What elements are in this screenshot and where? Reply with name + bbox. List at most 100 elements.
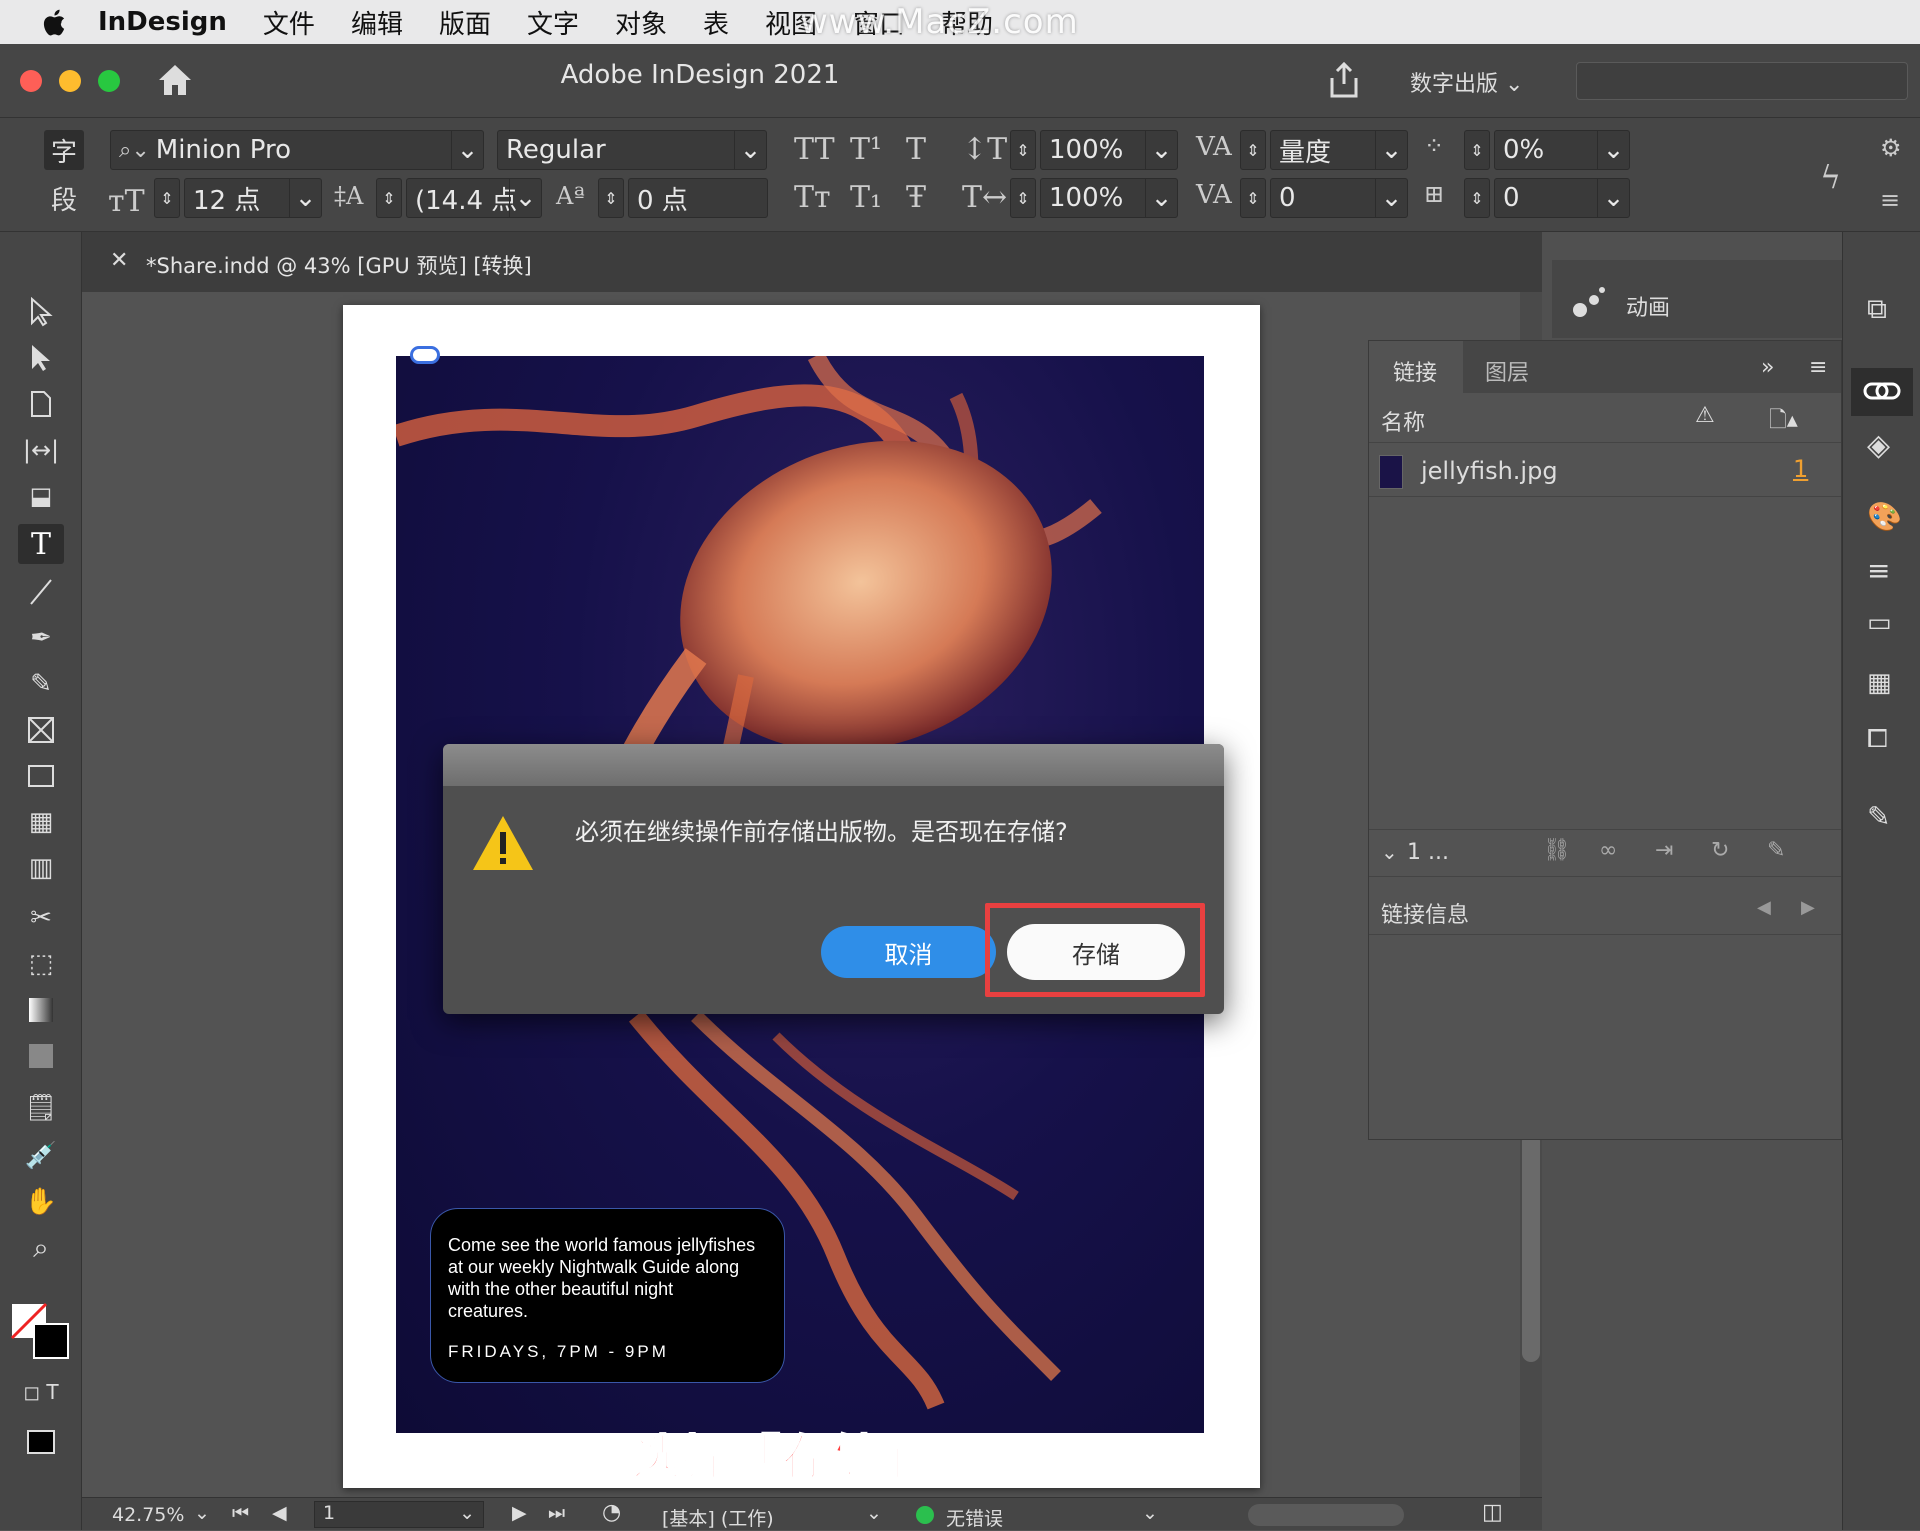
- panel-menu-icon[interactable]: ≡: [1809, 355, 1827, 380]
- swatches-panel-icon[interactable]: 🎨: [1867, 500, 1902, 533]
- link-info-section[interactable]: 链接信息 ◀ ▶: [1369, 885, 1841, 935]
- page-tool-icon[interactable]: [18, 384, 64, 424]
- chevron-down-icon[interactable]: ⌄: [866, 1502, 882, 1524]
- type-tool-icon[interactable]: T: [18, 524, 64, 564]
- chevron-down-icon[interactable]: ⌄: [289, 179, 321, 217]
- share-icon[interactable]: [1326, 60, 1362, 100]
- baseline-stepper[interactable]: ⇕: [598, 178, 624, 218]
- vertical-scale-field[interactable]: 100% ⌄: [1040, 130, 1178, 170]
- gap-tool-icon[interactable]: |↔|: [18, 430, 64, 470]
- scissors-tool-icon[interactable]: ✂: [18, 898, 64, 938]
- kerning-field[interactable]: 量度 ⌄: [1270, 130, 1408, 170]
- chevron-down-icon[interactable]: ⌄: [1375, 131, 1407, 169]
- horizontal-scrollbar[interactable]: [1248, 1504, 1404, 1526]
- gear-icon[interactable]: ⚙: [1880, 134, 1902, 162]
- tracking-val-field[interactable]: 0 ⌄: [1494, 178, 1630, 218]
- note-tool-icon[interactable]: 🗒: [18, 1088, 64, 1128]
- tracking-field[interactable]: 0% ⌄: [1494, 130, 1630, 170]
- all-caps-icon[interactable]: TT: [794, 132, 835, 167]
- link-row[interactable]: jellyfish.jpg 1: [1369, 445, 1841, 497]
- vertical-grid-tool-icon[interactable]: ▥: [18, 848, 64, 888]
- chevron-down-icon[interactable]: ⌄: [1597, 131, 1629, 169]
- menu-table[interactable]: 表: [703, 4, 729, 41]
- eyedropper-tool-icon[interactable]: 💉: [18, 1136, 64, 1176]
- menu-file[interactable]: 文件: [263, 4, 315, 41]
- selection-tool-icon[interactable]: [18, 292, 64, 332]
- font-family-field[interactable]: ⌕⌄ Minion Pro ⌄: [110, 130, 484, 170]
- pen-tool-icon[interactable]: ✒: [18, 618, 64, 658]
- rectangle-tool-icon[interactable]: [18, 756, 64, 796]
- cc-libraries-icon[interactable]: ⧠: [1867, 724, 1888, 755]
- horizontal-grid-tool-icon[interactable]: ▦: [18, 802, 64, 842]
- pencil-tool-icon[interactable]: ✎: [18, 664, 64, 704]
- chevron-down-icon[interactable]: ⌄: [1142, 1502, 1158, 1524]
- color-panel-icon[interactable]: ▦: [1867, 668, 1892, 698]
- warning-column-icon[interactable]: ⚠: [1695, 403, 1715, 428]
- expand-panel-icon[interactable]: »: [1761, 355, 1774, 380]
- chevron-down-icon[interactable]: ⌄: [734, 131, 766, 169]
- chevron-down-icon[interactable]: ⌄: [194, 1502, 210, 1524]
- relink-icon[interactable]: ∞: [1599, 838, 1617, 863]
- tracking-stepper[interactable]: ⇕: [1464, 130, 1490, 170]
- next-arrow-icon[interactable]: ▶: [1801, 897, 1815, 918]
- tab-layers[interactable]: 图层: [1485, 355, 1529, 387]
- link-badge-icon[interactable]: [410, 346, 440, 364]
- screen-mode-icon[interactable]: [18, 1422, 64, 1462]
- superscript-icon[interactable]: T¹: [850, 132, 882, 167]
- caption-text[interactable]: Come see the world famous jellyfishes at…: [448, 1234, 758, 1322]
- chevron-down-icon[interactable]: ⌄: [459, 1502, 475, 1524]
- zoom-level[interactable]: 42.75%: [112, 1504, 184, 1526]
- relink-cc-icon[interactable]: ⛓: [1543, 838, 1571, 863]
- page-column-icon[interactable]: 🗋▴: [1769, 403, 1798, 441]
- first-page-icon[interactable]: ⏮: [232, 1502, 249, 1524]
- next-page-icon[interactable]: ▶: [512, 1502, 527, 1524]
- direct-selection-tool-icon[interactable]: [18, 338, 64, 378]
- menu-object[interactable]: 对象: [615, 4, 667, 41]
- menu-app[interactable]: InDesign: [98, 7, 227, 37]
- stroke-panel-icon[interactable]: ≡: [1867, 554, 1890, 587]
- page-number-field[interactable]: 1 ⌄: [314, 1501, 484, 1528]
- panel-menu-icon[interactable]: ≡: [1880, 186, 1900, 214]
- prev-page-icon[interactable]: ◀: [272, 1502, 287, 1524]
- tracking-val-stepper[interactable]: ⇕: [1464, 178, 1490, 218]
- link-page-number[interactable]: 1: [1793, 455, 1808, 483]
- chevron-down-icon[interactable]: ⌄: [451, 131, 483, 169]
- chevron-down-icon[interactable]: ⌄: [1381, 840, 1398, 864]
- hand-tool-icon[interactable]: ✋: [18, 1182, 64, 1222]
- small-caps-icon[interactable]: Tт: [794, 180, 831, 215]
- kerning-val-field[interactable]: 0 ⌄: [1270, 178, 1408, 218]
- subscript-icon[interactable]: T₁: [850, 180, 882, 215]
- caption-time[interactable]: FRIDAYS, 7PM - 9PM: [448, 1342, 669, 1362]
- rectangle-frame-tool-icon[interactable]: [18, 710, 64, 750]
- horizontal-scale-field[interactable]: 100% ⌄: [1040, 178, 1178, 218]
- chevron-down-icon[interactable]: ⌄: [1145, 179, 1177, 217]
- paragraph-mode-button[interactable]: 段: [44, 178, 84, 218]
- animation-panel[interactable]: 动画: [1552, 260, 1842, 338]
- vertical-scale-stepper[interactable]: ⇕: [1010, 130, 1036, 170]
- last-page-icon[interactable]: ⏭: [548, 1502, 565, 1524]
- font-style-field[interactable]: Regular ⌄: [497, 130, 767, 170]
- goto-link-icon[interactable]: ⇥: [1655, 838, 1673, 863]
- kerning-val-stepper[interactable]: ⇕: [1240, 178, 1266, 218]
- zoom-tool-icon[interactable]: ⌕: [18, 1228, 64, 1268]
- open-preflight-icon[interactable]: ◔: [602, 1500, 621, 1525]
- workspace-switcher[interactable]: 数字出版 ⌄: [1410, 66, 1523, 98]
- help-search-input[interactable]: [1576, 62, 1908, 100]
- baseline-field[interactable]: 0 点: [628, 178, 768, 218]
- menu-layout[interactable]: 版面: [439, 4, 491, 41]
- content-collector-icon[interactable]: ⬓: [18, 476, 64, 516]
- fill-stroke-swatch[interactable]: [10, 1302, 72, 1362]
- kerning-stepper[interactable]: ⇕: [1240, 130, 1266, 170]
- gradient-feather-tool-icon[interactable]: [18, 1036, 64, 1076]
- chevron-down-icon[interactable]: ⌄: [509, 179, 541, 217]
- document-tab[interactable]: *Share.indd @ 43% [GPU 预览] [转换]: [146, 250, 532, 280]
- close-icon[interactable]: ✕: [110, 248, 128, 273]
- gradient-panel-icon[interactable]: ▭: [1867, 608, 1892, 638]
- chevron-down-icon[interactable]: ⌄: [1375, 179, 1407, 217]
- line-tool-icon[interactable]: [18, 572, 64, 612]
- prev-arrow-icon[interactable]: ◀: [1757, 897, 1771, 918]
- split-layout-icon[interactable]: ◫: [1482, 1500, 1503, 1525]
- font-size-stepper[interactable]: ⇕: [154, 178, 180, 218]
- name-column-header[interactable]: 名称: [1381, 405, 1425, 437]
- links-panel-icon[interactable]: [1851, 368, 1913, 416]
